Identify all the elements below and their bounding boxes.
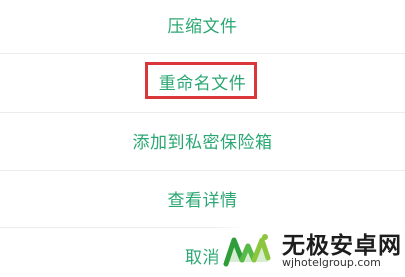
compress-file-label: 压缩文件 [167,17,238,37]
view-details-option[interactable]: 查看详情 [0,171,405,226]
highlight-annotation [145,62,257,99]
view-details-label: 查看详情 [167,191,238,211]
watermark-title: 无极安卓网 [282,233,402,259]
watermark: 无极安卓网 wjhotelgroup.com [212,222,405,277]
add-to-private-safe-label: 添加到私密保险箱 [132,133,273,153]
compress-file-option[interactable]: 压缩文件 [0,0,405,52]
android-logo-icon [223,234,271,267]
action-sheet: 压缩文件 重命名文件 添加到私密保险箱 查看详情 取消 无极安卓网 wjhote… [0,0,405,277]
watermark-url: wjhotelgroup.com [282,256,381,269]
add-to-private-safe-option[interactable]: 添加到私密保险箱 [0,113,405,168]
